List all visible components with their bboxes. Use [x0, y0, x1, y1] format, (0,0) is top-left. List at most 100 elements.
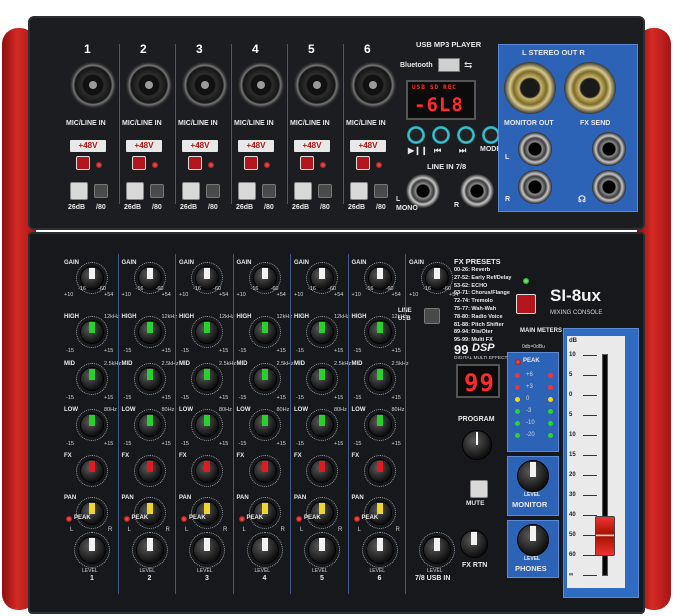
mid-eq-knob[interactable] — [252, 367, 277, 391]
mid-eq-knob[interactable] — [367, 367, 392, 391]
fx-send-knob[interactable] — [252, 459, 277, 483]
hpf-button[interactable] — [374, 184, 388, 198]
combo-input-jack[interactable] — [238, 62, 284, 108]
fx-send-knob[interactable] — [80, 459, 104, 483]
model-name: SI-8ux — [550, 286, 602, 305]
level-knob[interactable] — [423, 536, 451, 564]
hpf-button[interactable] — [262, 184, 276, 198]
stereo-out-l-xlr[interactable] — [504, 62, 556, 114]
phantom-power-button[interactable] — [356, 156, 370, 170]
phantom-power-button[interactable] — [76, 156, 90, 170]
mute-button[interactable] — [470, 480, 488, 498]
combo-input-jack[interactable] — [182, 62, 228, 108]
strip-row-label: PAN — [294, 495, 307, 501]
pad-button[interactable] — [126, 182, 144, 200]
eq-min-label: -15 — [181, 348, 189, 354]
hpf-button[interactable] — [94, 184, 108, 198]
hpf-button[interactable] — [318, 184, 332, 198]
fx-send-title: FX SEND — [580, 120, 611, 127]
pan-knob[interactable] — [310, 501, 334, 525]
low-eq-knob[interactable] — [195, 413, 219, 437]
mid-eq-knob[interactable] — [195, 367, 219, 391]
level-knob[interactable] — [250, 536, 279, 564]
phantom-power-button[interactable] — [132, 156, 146, 170]
prev-button[interactable] — [432, 126, 450, 144]
strip-row-label: LOW — [179, 407, 193, 413]
hpf-button[interactable] — [206, 184, 220, 198]
mid-eq-knob[interactable] — [310, 367, 334, 391]
monitor-out-l-jack[interactable] — [518, 132, 552, 166]
strip-row-label: PAN — [179, 495, 192, 501]
line-usb-switch[interactable] — [424, 308, 440, 324]
low-eq-knob[interactable] — [310, 413, 334, 437]
pan-knob[interactable] — [367, 501, 392, 525]
headphone-jack[interactable] — [592, 170, 626, 204]
eq-max-label: +15 — [161, 441, 171, 447]
pad-button[interactable] — [294, 182, 312, 200]
phones-name: PHONES — [515, 564, 547, 573]
mid-eq-knob[interactable] — [137, 367, 162, 391]
phantom-power-button[interactable] — [188, 156, 202, 170]
level-label: LEVEL — [139, 568, 156, 574]
power-button[interactable] — [516, 294, 536, 314]
high-eq-knob[interactable] — [80, 320, 104, 344]
gain-mid1-label: -16 — [423, 286, 431, 292]
gain-min-label: +10 — [64, 292, 74, 298]
high-eq-knob[interactable] — [195, 320, 219, 344]
phantom-power-button[interactable] — [300, 156, 314, 170]
fx-send-knob[interactable] — [137, 459, 162, 483]
level-knob[interactable] — [135, 536, 164, 564]
pad-button[interactable] — [70, 182, 88, 200]
low-eq-knob[interactable] — [80, 413, 104, 437]
pan-knob[interactable] — [137, 501, 162, 525]
level-knob[interactable] — [365, 536, 394, 564]
meter-box: PEAK +6 +3 0 -3 -10 -20 — [507, 352, 559, 452]
level-knob[interactable] — [308, 536, 336, 564]
hpf-button[interactable] — [150, 184, 164, 198]
combo-input-jack[interactable] — [70, 62, 116, 108]
high-eq-knob[interactable] — [367, 320, 392, 344]
fx-send-knob[interactable] — [195, 459, 219, 483]
level-label: LEVEL — [82, 568, 98, 574]
program-encoder[interactable] — [462, 430, 492, 460]
combo-input-jack[interactable] — [350, 62, 396, 108]
line-in-8-jack[interactable] — [460, 174, 494, 208]
pad-button[interactable] — [182, 182, 200, 200]
strip-row-label: HIGH — [179, 314, 194, 320]
fx-send-jack[interactable] — [592, 132, 626, 166]
fx-rtn-knob[interactable] — [460, 530, 488, 558]
play-pause-button[interactable] — [407, 126, 425, 144]
level-knob[interactable] — [78, 536, 106, 564]
next-button[interactable] — [457, 126, 475, 144]
line-in-7-jack[interactable] — [406, 174, 440, 208]
level-knob[interactable] — [193, 536, 221, 564]
monitor-level-knob[interactable] — [517, 460, 549, 492]
high-eq-knob[interactable] — [252, 320, 277, 344]
eq-min-label: -15 — [353, 348, 362, 354]
fx-send-knob[interactable] — [310, 459, 334, 483]
phantom-power-button[interactable] — [244, 156, 258, 170]
pad-button[interactable] — [350, 182, 368, 200]
pan-knob[interactable] — [195, 501, 219, 525]
combo-input-jack[interactable] — [126, 62, 172, 108]
level-channel-label: 4 — [262, 575, 267, 582]
meter-scale-label: +6 — [526, 372, 533, 378]
low-eq-knob[interactable] — [252, 413, 277, 437]
pan-r-label: R — [280, 527, 285, 533]
low-eq-knob[interactable] — [367, 413, 392, 437]
high-eq-knob[interactable] — [137, 320, 162, 344]
fx-send-knob[interactable] — [367, 459, 392, 483]
pad-label: 26dB — [236, 204, 254, 211]
pan-knob[interactable] — [80, 501, 104, 525]
phones-level-knob[interactable] — [517, 524, 549, 556]
stereo-fader-cap[interactable] — [595, 516, 615, 556]
mid-eq-knob[interactable] — [80, 367, 104, 391]
combo-input-jack[interactable] — [294, 62, 340, 108]
monitor-out-r-jack[interactable] — [518, 170, 552, 204]
pad-button[interactable] — [238, 182, 256, 200]
low-eq-knob[interactable] — [137, 413, 162, 437]
pan-knob[interactable] — [252, 501, 277, 525]
stereo-out-r-xlr[interactable] — [564, 62, 616, 114]
eq-freq-label: 2.5kHz — [391, 361, 409, 367]
high-eq-knob[interactable] — [310, 320, 334, 344]
